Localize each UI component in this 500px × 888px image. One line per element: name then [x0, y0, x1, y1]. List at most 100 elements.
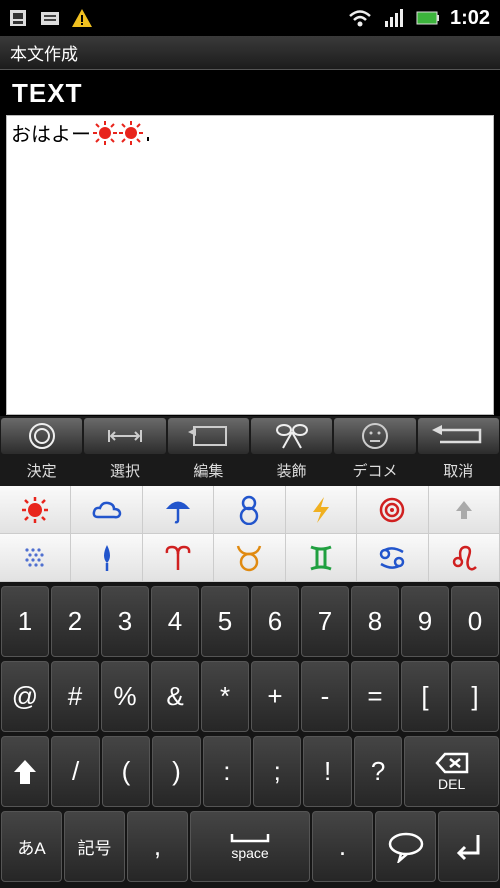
- key-3[interactable]: 3: [101, 586, 149, 657]
- enter-icon: [456, 834, 479, 860]
- delete-label: DEL: [438, 775, 466, 792]
- key-1[interactable]: 1: [1, 586, 49, 657]
- key-right-bracket[interactable]: ]: [451, 661, 499, 732]
- emoji-typhoon[interactable]: [357, 486, 429, 534]
- cancel-label: 取消: [443, 462, 474, 480]
- app-title: 本文作成: [10, 45, 78, 65]
- key-hash[interactable]: #: [51, 661, 99, 732]
- emoji-sun[interactable]: [0, 486, 72, 534]
- function-toolbar: 決定 選択 編集 装飾 デコメ 取消: [0, 416, 500, 486]
- emoji-palette: [0, 486, 500, 582]
- edit-label: 編集: [193, 462, 224, 480]
- emoji-taurus[interactable]: [214, 534, 286, 582]
- decorate-icon: [275, 424, 308, 449]
- key-left-paren[interactable]: (: [101, 736, 151, 807]
- keyboard-row-numbers: 1 2 3 4 5 6 7 8 9 0: [0, 584, 500, 659]
- emoji-umbrella[interactable]: [142, 486, 215, 534]
- soft-keyboard: 1 2 3 4 5 6 7 8 9 0 @ # % & * + - = [ ] …: [0, 582, 500, 888]
- shift-key[interactable]: [1, 736, 50, 807]
- key-9[interactable]: 9: [401, 586, 449, 657]
- key-plus[interactable]: +: [251, 661, 299, 732]
- key-asterisk[interactable]: *: [201, 661, 249, 732]
- editor-text: おはよー: [11, 122, 91, 146]
- keyboard-row-bottom: あA 記号 , space .: [0, 809, 500, 884]
- confirm-icon: [28, 423, 55, 449]
- edit-button[interactable]: [167, 418, 249, 454]
- emoji-leo[interactable]: [428, 534, 500, 582]
- sun-emoji: [93, 120, 117, 145]
- delete-key[interactable]: DEL: [404, 736, 500, 807]
- emoji-aries[interactable]: [142, 534, 215, 582]
- decome-icon: [361, 423, 388, 449]
- space-icon: [230, 833, 270, 842]
- emoji-snowman[interactable]: [214, 486, 286, 534]
- key-equals[interactable]: =: [351, 661, 399, 732]
- key-at[interactable]: @: [1, 661, 49, 732]
- key-right-paren[interactable]: ): [152, 736, 201, 807]
- edit-icon: [188, 426, 228, 446]
- decome-button[interactable]: [334, 418, 416, 454]
- key-6[interactable]: 6: [251, 586, 299, 657]
- emoji-gemini[interactable]: [285, 534, 358, 582]
- arrow-up-icon: [455, 500, 472, 519]
- decorate-label: 装飾: [276, 462, 307, 480]
- key-question[interactable]: ?: [353, 736, 403, 807]
- select-label: 選択: [109, 462, 140, 480]
- shift-icon: [14, 759, 37, 784]
- confirm-label: 決定: [26, 462, 57, 480]
- key-semicolon[interactable]: ;: [253, 736, 302, 807]
- warning-icon: [70, 7, 94, 29]
- emoji-cancer[interactable]: [357, 534, 429, 582]
- key-7[interactable]: 7: [301, 586, 349, 657]
- voice-key[interactable]: [375, 811, 436, 882]
- backspace-icon: [434, 752, 468, 773]
- key-left-bracket[interactable]: [: [401, 661, 449, 732]
- decorate-button[interactable]: [250, 418, 333, 454]
- wifi-icon: [348, 7, 372, 29]
- key-percent[interactable]: %: [101, 661, 149, 732]
- select-icon: [107, 430, 142, 442]
- input-mode-key[interactable]: あA: [1, 811, 62, 882]
- emoji-lightning[interactable]: [285, 486, 358, 534]
- key-8[interactable]: 8: [351, 586, 399, 657]
- key-2[interactable]: 2: [51, 586, 99, 657]
- status-bar: 1:02: [0, 0, 500, 36]
- sun-emoji: [119, 120, 143, 145]
- key-ampersand[interactable]: &: [151, 661, 199, 732]
- emoji-fog[interactable]: [0, 534, 72, 582]
- editor-content[interactable]: おはよー: [7, 116, 493, 149]
- symbol-key[interactable]: 記号: [64, 811, 125, 882]
- speech-bubble-icon: [388, 832, 423, 863]
- key-4[interactable]: 4: [151, 586, 199, 657]
- battery-icon: [416, 7, 440, 29]
- space-key[interactable]: space: [190, 811, 310, 882]
- section-heading: TEXT: [0, 71, 500, 115]
- emoji-cloud[interactable]: [71, 486, 143, 534]
- confirm-button[interactable]: [1, 418, 83, 454]
- key-0[interactable]: 0: [451, 586, 499, 657]
- key-minus[interactable]: -: [301, 661, 349, 732]
- cancel-icon: [432, 425, 482, 444]
- section-label: TEXT: [12, 77, 83, 108]
- text-caret: [147, 137, 149, 141]
- enter-key[interactable]: [438, 811, 499, 882]
- key-slash[interactable]: /: [51, 736, 100, 807]
- app-titlebar: 本文作成: [0, 36, 500, 70]
- emoji-scroll-up-button[interactable]: [428, 486, 500, 534]
- key-comma[interactable]: ,: [127, 811, 188, 882]
- emoji-drizzle[interactable]: [71, 534, 143, 582]
- message-icon: [38, 7, 62, 29]
- key-5[interactable]: 5: [201, 586, 249, 657]
- cancel-button[interactable]: [417, 418, 499, 454]
- key-exclamation[interactable]: !: [303, 736, 352, 807]
- select-button[interactable]: [84, 418, 166, 454]
- clock: 1:02: [449, 6, 490, 29]
- signal-icon: [382, 7, 406, 29]
- key-period[interactable]: .: [312, 811, 373, 882]
- keyboard-row-punctuation: / ( ) : ; ! ? DEL: [0, 734, 500, 809]
- key-colon[interactable]: :: [202, 736, 252, 807]
- message-editor[interactable]: おはよー: [6, 115, 494, 415]
- keyboard-row-symbols: @ # % & * + - = [ ]: [0, 659, 500, 734]
- sim-icon: [6, 7, 30, 29]
- decome-label: デコメ: [352, 462, 398, 480]
